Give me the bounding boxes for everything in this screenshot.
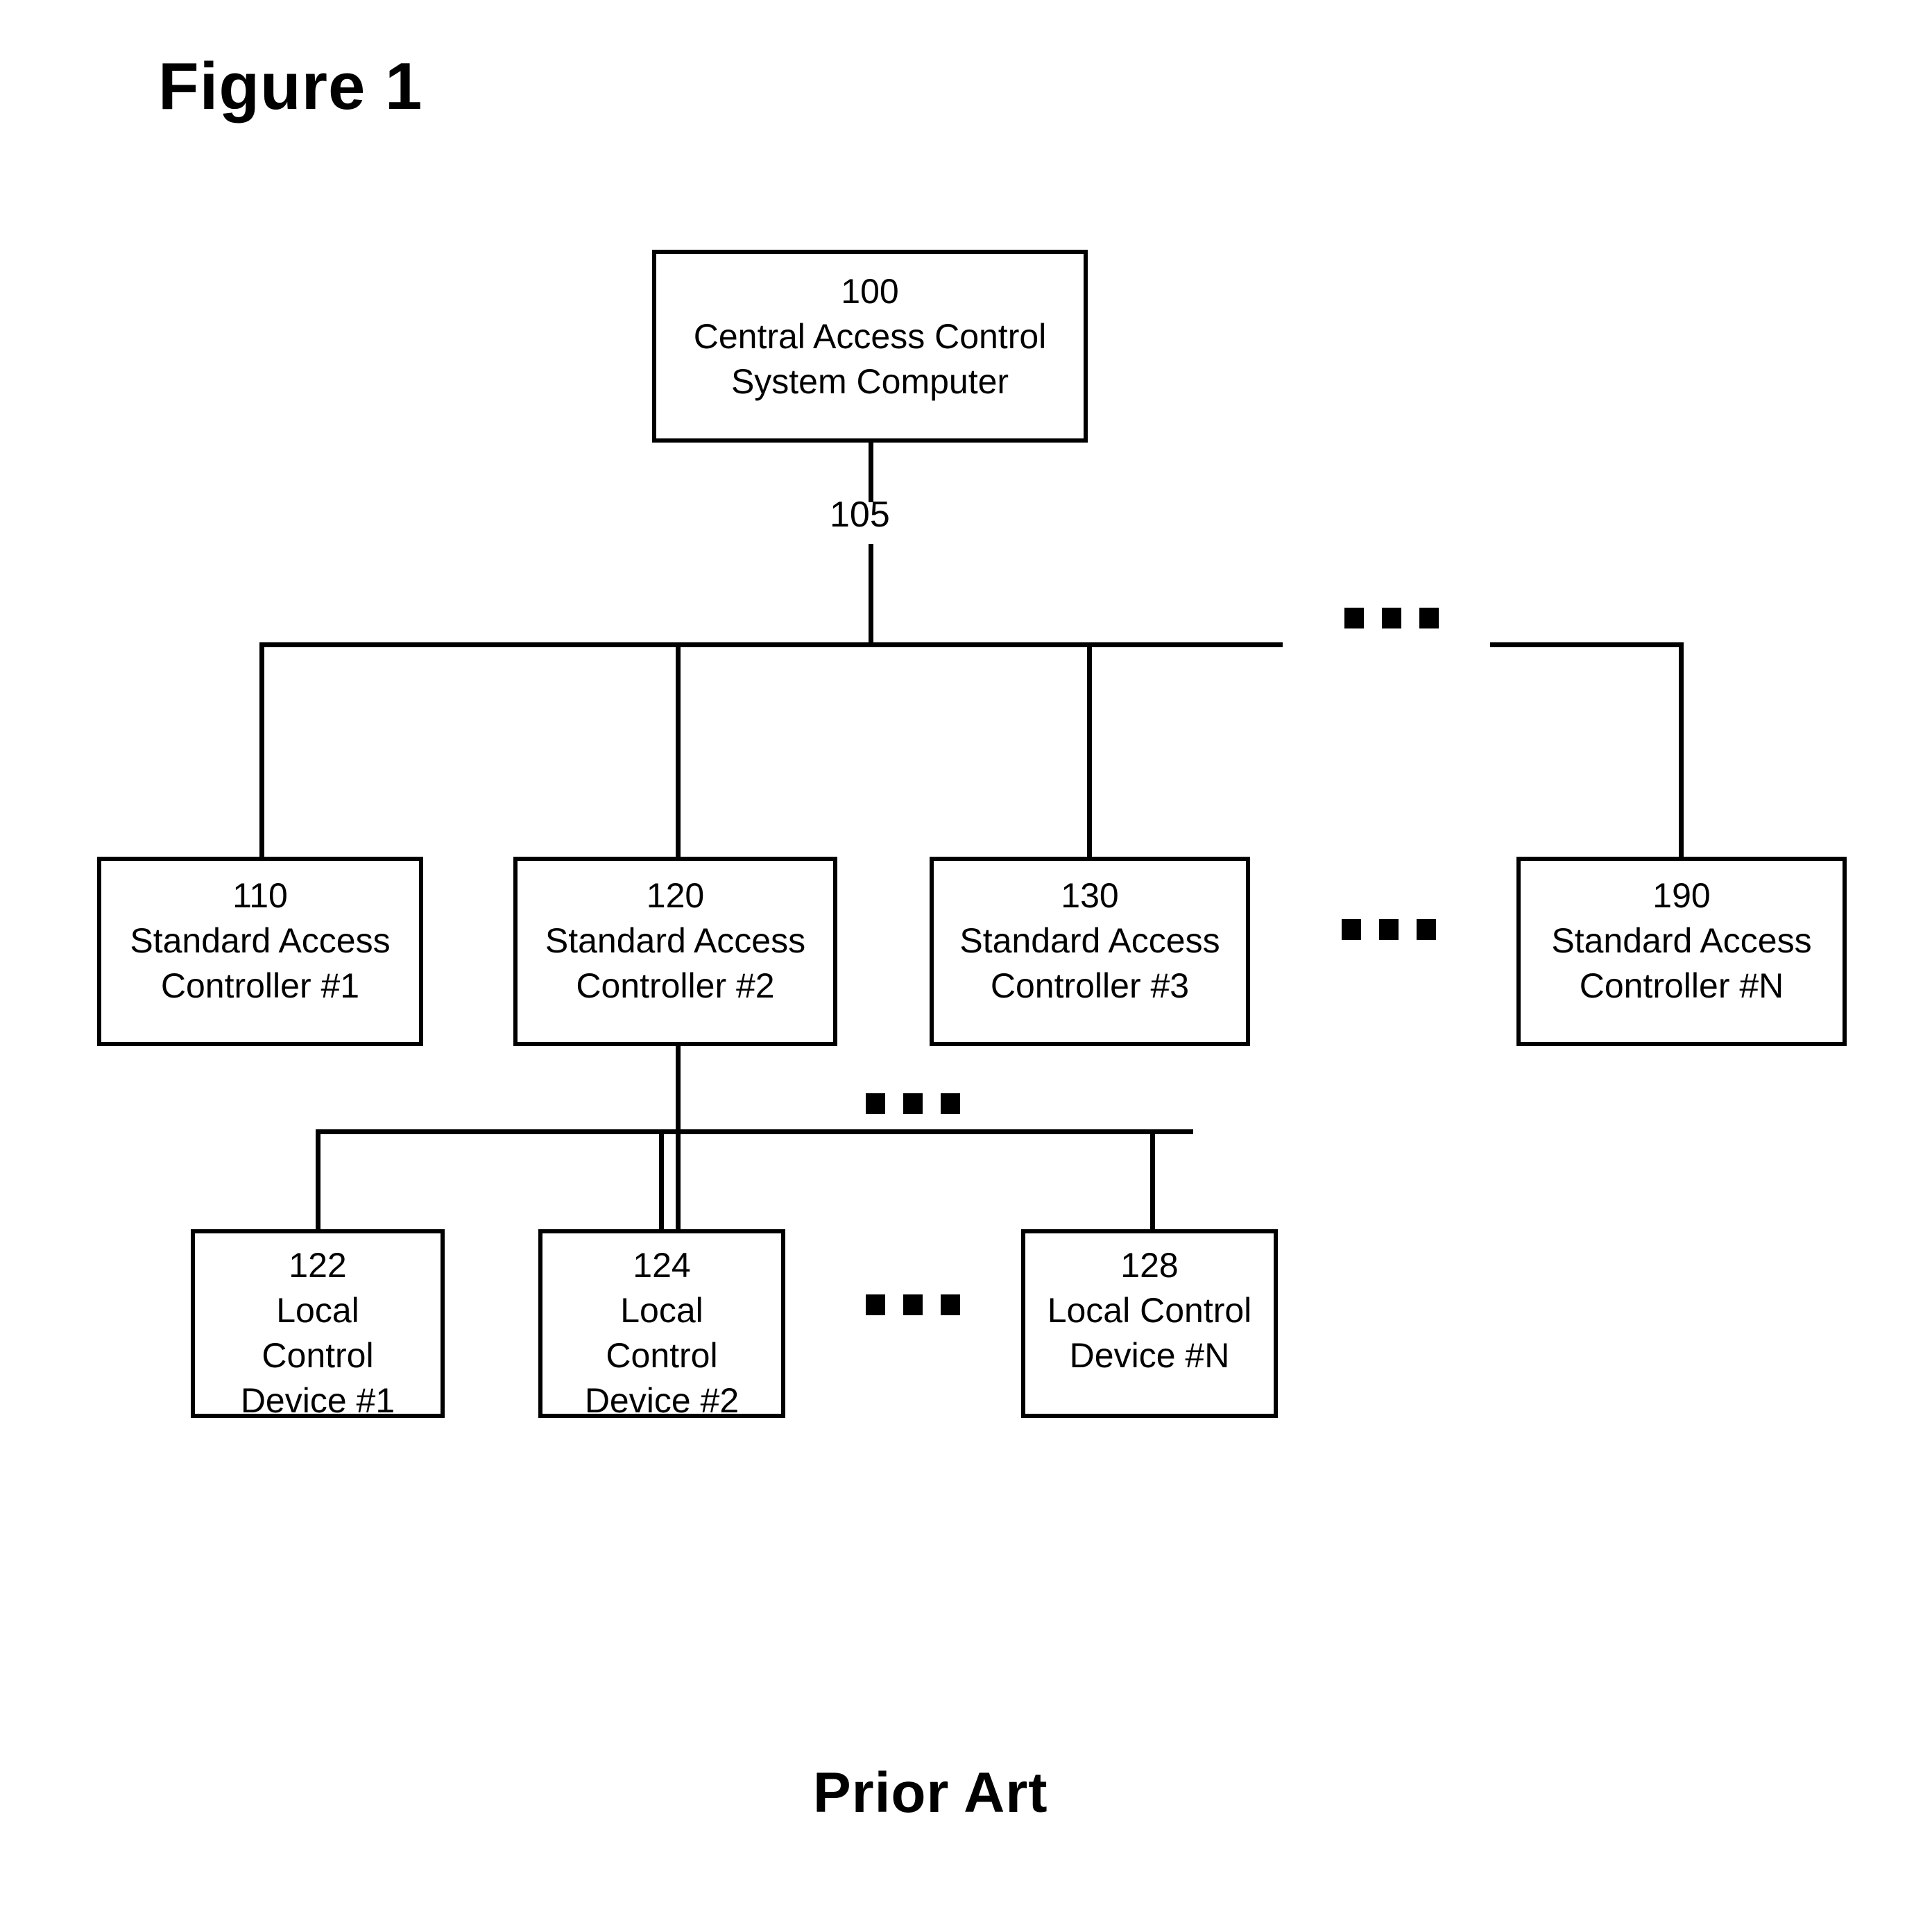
node-120-standard-access-controller-2: 120 Standard Access Controller #2 [513, 857, 837, 1046]
prior-art-label: Prior Art [813, 1761, 1048, 1824]
node-190-line2: Controller #N [1579, 966, 1784, 1005]
node-124-line1: Local [620, 1291, 703, 1330]
node-100-ref: 100 [841, 272, 899, 311]
node-124-ref: 124 [633, 1246, 691, 1285]
node-122-local-control-device-1: 122 Local Control Device #1 [191, 1229, 445, 1418]
connector-bus-to-node-120 [676, 642, 681, 858]
ellipsis-controller-bus [1344, 608, 1439, 628]
connector-device-bus-to-node-128 [1150, 1129, 1155, 1232]
node-122-line3: Device #1 [240, 1381, 395, 1418]
node-124-line2: Control [606, 1336, 718, 1375]
controller-bus-right-segment [1490, 642, 1684, 647]
node-120-line1: Standard Access [545, 921, 806, 960]
device-bus-right-segment [989, 1129, 1155, 1134]
connector-bus-to-node-110 [259, 642, 264, 858]
node-122-line1: Local [276, 1291, 359, 1330]
node-110-standard-access-controller-1: 110 Standard Access Controller #1 [97, 857, 423, 1046]
node-190-standard-access-controller-n: 190 Standard Access Controller #N [1516, 857, 1847, 1046]
ellipsis-dot-2 [1379, 919, 1399, 940]
node-130-line1: Standard Access [959, 921, 1220, 960]
ellipsis-dot-3 [941, 1093, 960, 1114]
node-130-ref: 130 [1061, 876, 1119, 915]
node-190-ref: 190 [1652, 876, 1711, 915]
node-130-standard-access-controller-3: 130 Standard Access Controller #3 [930, 857, 1250, 1046]
node-100-line2: System Computer [730, 362, 1009, 401]
node-128-line2: Device #N [1069, 1336, 1230, 1375]
ellipsis-dot-2 [903, 1294, 923, 1315]
ellipsis-device-bus [866, 1093, 960, 1114]
ellipsis-dot-3 [1417, 919, 1436, 940]
ellipsis-dot-1 [1344, 608, 1364, 628]
node-190-line1: Standard Access [1551, 921, 1812, 960]
figure-page: Figure 1 100 Central Access Control Syst… [0, 0, 1932, 1925]
connector-100-to-bus-upper [869, 443, 873, 502]
connector-device-bus-to-node-122 [316, 1129, 320, 1231]
ellipsis-dot-3 [941, 1294, 960, 1315]
connector-100-to-bus-lower [869, 544, 873, 647]
node-128-ref: 128 [1120, 1246, 1179, 1285]
node-124-line3: Device #2 [584, 1381, 740, 1418]
node-110-ref: 110 [232, 876, 288, 915]
node-124-local-control-device-2: 124 Local Control Device #2 [538, 1229, 785, 1418]
node-120-line2: Controller #2 [576, 966, 775, 1005]
ellipsis-device-row [866, 1294, 960, 1315]
connector-bus-to-node-130 [1087, 642, 1092, 858]
node-100-central-access-control-system-computer: 100 Central Access Control System Comput… [652, 250, 1088, 443]
node-100-line1: Central Access Control [693, 317, 1047, 356]
node-128-line1: Local Control [1047, 1291, 1252, 1330]
node-130-line2: Controller #3 [990, 966, 1190, 1005]
node-122-ref: 122 [289, 1246, 347, 1285]
bus-label-105: 105 [830, 495, 890, 535]
ellipsis-dot-2 [903, 1093, 923, 1114]
node-128-local-control-device-n: 128 Local Control Device #N [1021, 1229, 1278, 1418]
connector-device-bus-to-node-124 [659, 1129, 664, 1231]
ellipsis-dot-1 [866, 1093, 885, 1114]
ellipsis-controller-row [1342, 919, 1436, 940]
ellipsis-dot-1 [866, 1294, 885, 1315]
connector-bus-to-node-190 [1679, 642, 1684, 858]
ellipsis-dot-1 [1342, 919, 1361, 940]
node-110-line2: Controller #1 [160, 966, 360, 1005]
figure-title: Figure 1 [158, 49, 423, 123]
node-120-ref: 120 [646, 876, 705, 915]
ellipsis-dot-3 [1419, 608, 1439, 628]
node-110-line1: Standard Access [130, 921, 391, 960]
ellipsis-dot-2 [1382, 608, 1401, 628]
node-122-line2: Control [262, 1336, 374, 1375]
controller-bus-left-segment [259, 642, 1283, 647]
connector-node-120-to-device-bus [676, 1046, 681, 1229]
